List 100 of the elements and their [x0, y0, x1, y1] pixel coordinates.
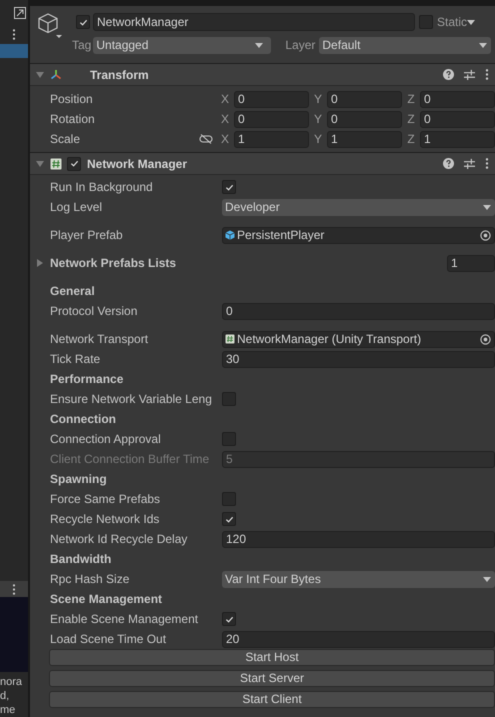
description-text: me [0, 703, 16, 717]
description-text: d, [0, 689, 10, 703]
checkbox[interactable] [67, 156, 81, 170]
object-name-field[interactable]: NetworkManager [93, 13, 415, 31]
property-label: Force Same Prefabs [50, 491, 162, 508]
checkbox[interactable] [222, 512, 236, 526]
axis-label: Z [406, 111, 416, 128]
check-icon [224, 614, 234, 624]
number-field[interactable]: 120 [222, 530, 495, 548]
object-picker-icon[interactable] [480, 230, 491, 240]
number-field[interactable]: 0 [420, 110, 495, 128]
axis-label: Y [312, 111, 323, 128]
action-button[interactable]: Start Host [49, 649, 495, 666]
action-button[interactable]: Start Server [49, 670, 495, 687]
dropdown[interactable]: Var Int Four Bytes [222, 570, 495, 588]
check-icon [224, 182, 234, 192]
number-field[interactable]: 1 [420, 130, 495, 148]
checkbox[interactable] [76, 15, 90, 29]
expanded-arrow-icon[interactable] [36, 70, 44, 78]
number-field[interactable]: 0 [234, 90, 309, 108]
checkbox[interactable] [419, 15, 433, 29]
checkbox[interactable] [222, 392, 236, 406]
section-header: Bandwidth [50, 551, 112, 568]
tag-dropdown[interactable]: Untagged [93, 36, 272, 54]
component-header[interactable]: Network Manager [30, 153, 495, 175]
axis-label: Y [312, 131, 323, 148]
more-icon[interactable] [12, 584, 16, 594]
count-field[interactable]: 1 [447, 254, 495, 272]
section-header: General [50, 283, 95, 300]
collapsed-arrow-icon[interactable] [36, 259, 44, 267]
foldout-label[interactable]: Network Prefabs Lists [50, 254, 176, 272]
property-label: Recycle Network Ids [50, 511, 160, 528]
property-label: Enable Scene Management [50, 611, 200, 628]
number-field[interactable]: 1 [234, 130, 309, 148]
number-field[interactable]: 0 [234, 110, 309, 128]
axis-label: Z [406, 91, 416, 108]
property-label: Player Prefab [50, 227, 124, 244]
sliders-icon[interactable] [464, 158, 475, 169]
checkbox[interactable] [222, 492, 236, 506]
section-header: Spawning [50, 471, 107, 488]
component-title: Transform [90, 66, 149, 84]
component-title: Network Manager [87, 156, 188, 172]
layer-dropdown[interactable]: Default [319, 36, 491, 54]
number-field[interactable]: 0 [327, 90, 402, 108]
dropdown[interactable]: Developer [222, 198, 495, 216]
axis-label: X [220, 111, 230, 128]
property-label: Rpc Hash Size [50, 571, 130, 588]
cube-icon [36, 12, 64, 40]
more-icon[interactable] [12, 28, 16, 40]
property-label: Network Transport [50, 331, 150, 348]
layer-label: Layer [285, 37, 316, 54]
object-field[interactable]: NetworkManager (Unity Transport) [222, 330, 495, 348]
description-text: nora [0, 675, 24, 689]
axes-icon [50, 68, 62, 80]
property-label: Connection Approval [50, 431, 162, 448]
property-label: Run In Background [50, 179, 154, 196]
help-icon[interactable] [443, 69, 454, 80]
check-icon [78, 18, 88, 26]
check-icon [70, 159, 78, 168]
dropdown-caret-icon [483, 204, 491, 210]
number-field[interactable]: 30 [222, 350, 495, 368]
property-label: Network Id Recycle Delay [50, 531, 188, 548]
more-icon[interactable] [485, 158, 489, 169]
number-field[interactable]: 20 [222, 630, 495, 648]
help-icon[interactable] [443, 158, 454, 169]
axis-label: X [220, 131, 230, 148]
checkbox[interactable] [222, 612, 236, 626]
more-icon[interactable] [485, 69, 489, 80]
tag-label: Tag [72, 37, 92, 54]
component-header[interactable]: Transform [30, 64, 495, 86]
axis-label: X [220, 91, 230, 108]
object-picker-icon[interactable] [480, 334, 491, 344]
number-field[interactable]: 0 [420, 90, 495, 108]
dropdown-caret-icon [467, 20, 476, 24]
property-label: Rotation [50, 111, 96, 128]
maximize-icon[interactable] [14, 7, 26, 19]
check-icon [224, 514, 234, 524]
property-label: Load Scene Time Out [50, 631, 168, 648]
object-field[interactable]: PersistentPlayer [222, 226, 495, 244]
number-field[interactable]: 0 [222, 302, 495, 320]
section-header: Scene Management [50, 591, 162, 608]
property-label: Log Level [50, 199, 104, 216]
number-field[interactable]: 1 [327, 130, 402, 148]
action-button[interactable]: Start Client [49, 691, 495, 708]
property-label: Tick Rate [50, 351, 102, 368]
unlinked-icon[interactable] [199, 134, 213, 144]
section-header: Performance [50, 371, 124, 388]
checkbox[interactable] [222, 180, 236, 194]
cube-icon [225, 230, 235, 240]
dropdown-caret-icon [255, 42, 264, 48]
checkbox[interactable] [222, 432, 236, 446]
static-label: Static [437, 14, 468, 31]
expanded-arrow-icon[interactable] [36, 160, 44, 168]
property-label: Ensure Network Variable Leng [50, 391, 213, 408]
axis-label: Z [406, 131, 416, 148]
script-icon [50, 158, 62, 170]
sliders-icon[interactable] [464, 69, 475, 80]
dropdown-caret-icon [479, 42, 487, 48]
number-field[interactable]: 0 [327, 110, 402, 128]
property-label: Protocol Version [50, 303, 138, 320]
